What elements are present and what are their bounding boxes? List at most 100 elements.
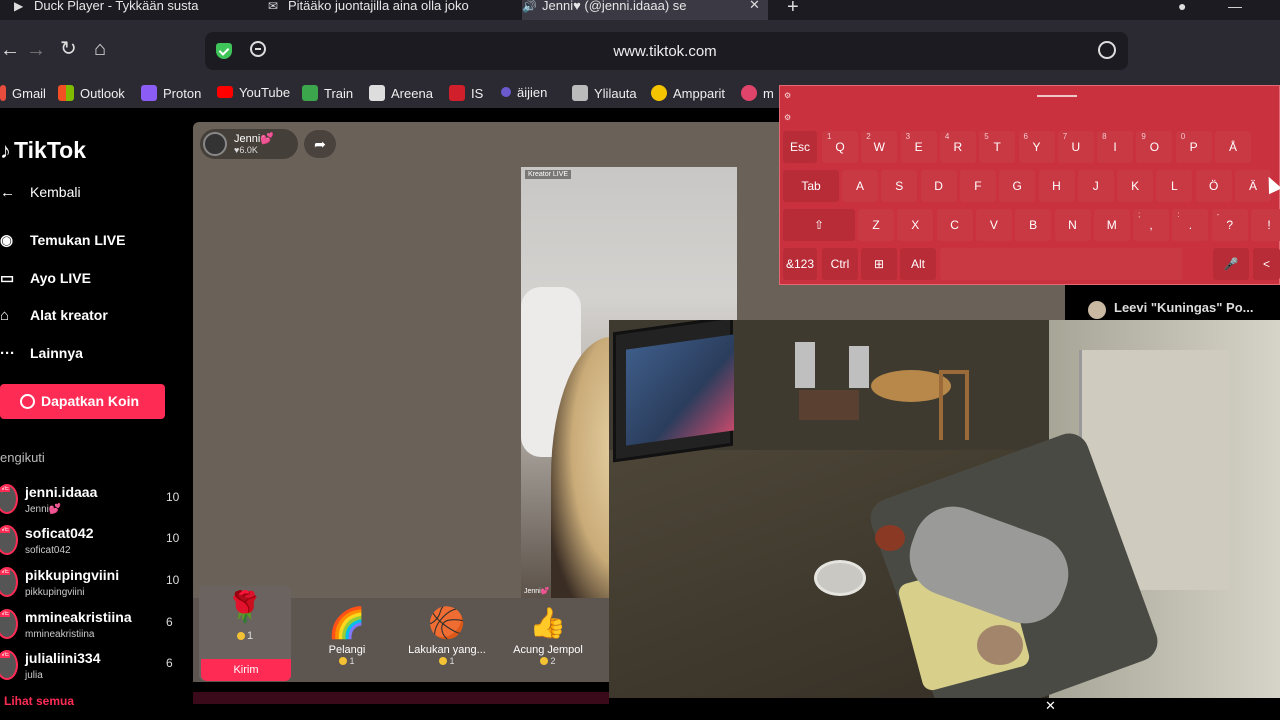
bookmark-ylilauta[interactable]: Ylilauta bbox=[572, 85, 637, 101]
key-.[interactable]: .: bbox=[1172, 209, 1209, 241]
key-![interactable]: ! bbox=[1251, 209, 1280, 241]
tab-tiktok[interactable]: 🔊 Jenni♥ (@jenni.idaaa) se bbox=[522, 0, 768, 20]
key-f[interactable]: F bbox=[959, 170, 996, 202]
key-label: Q bbox=[835, 140, 845, 154]
bookmark-proton[interactable]: Proton bbox=[141, 85, 201, 101]
url-text[interactable]: www.tiktok.com bbox=[560, 43, 770, 60]
bookmark-areena[interactable]: Areena bbox=[369, 85, 433, 101]
home-icon[interactable]: ⌂ bbox=[94, 39, 106, 59]
tiktok-logo[interactable]: ♪ TikTok bbox=[0, 137, 86, 164]
camera-overlay[interactable] bbox=[609, 320, 1280, 698]
new-tab-icon[interactable]: + bbox=[787, 0, 799, 19]
profile-icon[interactable]: ● bbox=[1178, 0, 1186, 14]
gift-rose[interactable]: 🌹 1 bbox=[200, 590, 290, 642]
following-account[interactable]: LIVE julialiini334 julia 6 bbox=[0, 648, 185, 684]
key-Z[interactable]: Z bbox=[858, 209, 894, 241]
key-e[interactable]: E3 bbox=[900, 131, 937, 163]
back-arrow-icon[interactable]: ← bbox=[0, 40, 20, 60]
key-d[interactable]: D bbox=[920, 170, 957, 202]
close-icon[interactable]: ✕ bbox=[1045, 698, 1056, 714]
key-l[interactable]: L bbox=[1156, 170, 1193, 202]
key-u[interactable]: U7 bbox=[1057, 131, 1094, 163]
send-gift-button[interactable]: Kirim bbox=[201, 659, 291, 681]
minimize-icon[interactable]: — bbox=[1228, 0, 1242, 14]
key-shift[interactable]: ⇧ bbox=[783, 209, 855, 241]
key-esc[interactable]: Esc bbox=[783, 131, 817, 163]
nav-temukan-live[interactable]: ◉ Temukan LIVE bbox=[0, 231, 125, 249]
key-s[interactable]: S bbox=[881, 170, 918, 202]
forward-arrow-icon[interactable]: → bbox=[26, 40, 46, 60]
key-a[interactable]: A bbox=[842, 170, 878, 202]
keyboard-settings-icon[interactable]: ⚙ bbox=[784, 91, 791, 100]
bookmark-aijien[interactable]: äijien bbox=[501, 85, 547, 100]
key-N[interactable]: N bbox=[1054, 209, 1091, 241]
nav-alat-kreator[interactable]: ⌂ Alat kreator bbox=[0, 307, 108, 324]
key-secondary-label: 0 bbox=[1180, 132, 1186, 141]
key-q[interactable]: Q1 bbox=[822, 131, 858, 163]
viewer-count: 10 bbox=[166, 490, 180, 504]
shield-icon[interactable] bbox=[216, 43, 232, 59]
key-M[interactable]: M bbox=[1093, 209, 1130, 241]
nav-ayo-live[interactable]: ▭ Ayo LIVE bbox=[0, 269, 91, 287]
key-h[interactable]: H bbox=[1038, 170, 1075, 202]
bookmark-m[interactable]: m bbox=[741, 85, 774, 101]
gift-acung-jempol[interactable]: 👍 Acung Jempol 2 bbox=[503, 606, 593, 666]
host-avatar[interactable] bbox=[203, 132, 227, 156]
key-left[interactable]: < bbox=[1253, 248, 1280, 280]
key-V[interactable]: V bbox=[975, 209, 1012, 241]
see-all-link[interactable]: Lihat semua bbox=[4, 694, 74, 708]
account-display-name: pikkupingviini bbox=[25, 587, 85, 598]
key-w[interactable]: W2 bbox=[861, 131, 898, 163]
key-j[interactable]: J bbox=[1077, 170, 1114, 202]
share-icon[interactable] bbox=[1098, 41, 1116, 59]
gift-lakukan[interactable]: 🏀 Lakukan yang... 1 bbox=[402, 606, 492, 666]
gift-pelangi[interactable]: 🌈 Pelangi 1 bbox=[302, 606, 392, 666]
reload-icon[interactable]: ↻ bbox=[60, 39, 77, 59]
following-account[interactable]: LIVE jenni.idaaa Jenni💕 10 bbox=[0, 482, 185, 518]
keyboard-drag-handle[interactable] bbox=[1037, 95, 1077, 97]
back-link[interactable]: ← Kembali bbox=[0, 184, 81, 201]
key-ö[interactable]: Ö bbox=[1195, 170, 1232, 202]
chat-username[interactable]: Leevi "Kuningas" Po... bbox=[1114, 300, 1253, 315]
key-k[interactable]: K bbox=[1117, 170, 1154, 202]
bookmark-train[interactable]: Train bbox=[302, 85, 353, 101]
key-p[interactable]: P0 bbox=[1175, 131, 1212, 163]
key-numbers[interactable]: &123 bbox=[783, 248, 817, 280]
share-arrow-icon[interactable]: ➦ bbox=[304, 130, 336, 158]
following-account[interactable]: LIVE soficat042 soficat042 10 bbox=[0, 523, 185, 559]
key-i[interactable]: I8 bbox=[1097, 131, 1134, 163]
key-o[interactable]: O9 bbox=[1136, 131, 1173, 163]
tab-duck-player[interactable]: ▶ Duck Player - Tykkään susta bbox=[14, 0, 254, 20]
key-,[interactable]: ,; bbox=[1133, 209, 1170, 241]
get-coins-button[interactable]: Dapatkan Koin bbox=[0, 384, 165, 419]
bookmark-outlook[interactable]: Outlook bbox=[58, 85, 125, 101]
zoom-out-icon[interactable] bbox=[250, 41, 266, 57]
bookmark-is[interactable]: IS bbox=[449, 85, 483, 101]
key-r[interactable]: R4 bbox=[939, 131, 976, 163]
key-ctrl[interactable]: Ctrl bbox=[822, 248, 858, 280]
key-y[interactable]: Y6 bbox=[1018, 131, 1055, 163]
key-windows[interactable]: ⊞ bbox=[861, 248, 897, 280]
bookmark-youtube[interactable]: YouTube bbox=[217, 85, 290, 100]
key-microphone[interactable]: 🎤 bbox=[1213, 248, 1249, 280]
close-tab-icon[interactable]: ✕ bbox=[749, 0, 760, 11]
tab-email[interactable]: ✉ Pitääko juontajilla aina olla joko bbox=[268, 0, 508, 20]
key-C[interactable]: C bbox=[936, 209, 973, 241]
key-alt[interactable]: Alt bbox=[900, 248, 936, 280]
key-å[interactable]: Å bbox=[1215, 131, 1251, 163]
bookmark-ampparit[interactable]: Ampparit bbox=[651, 85, 725, 101]
following-account[interactable]: LIVE pikkupingviini pikkupingviini 10 bbox=[0, 565, 185, 601]
key-?[interactable]: ? - bbox=[1211, 209, 1248, 241]
keyboard-menu-icon[interactable]: ⚙ bbox=[784, 113, 791, 122]
key-space[interactable] bbox=[940, 248, 1182, 280]
key-g[interactable]: G bbox=[999, 170, 1036, 202]
key-X[interactable]: X bbox=[897, 209, 934, 241]
bookmark-gmail[interactable]: Gmail bbox=[0, 85, 46, 101]
key-B[interactable]: B bbox=[1015, 209, 1052, 241]
gift-name: Pelangi bbox=[328, 644, 366, 656]
key-tab[interactable]: Tab bbox=[783, 170, 839, 202]
nav-lainnya[interactable]: ··· Lainnya bbox=[0, 345, 83, 362]
key-t[interactable]: T5 bbox=[979, 131, 1016, 163]
following-account[interactable]: LIVE mmineakristiina mmineakristiina 6 bbox=[0, 607, 185, 643]
gift-name: Acung Jempol bbox=[513, 644, 583, 656]
